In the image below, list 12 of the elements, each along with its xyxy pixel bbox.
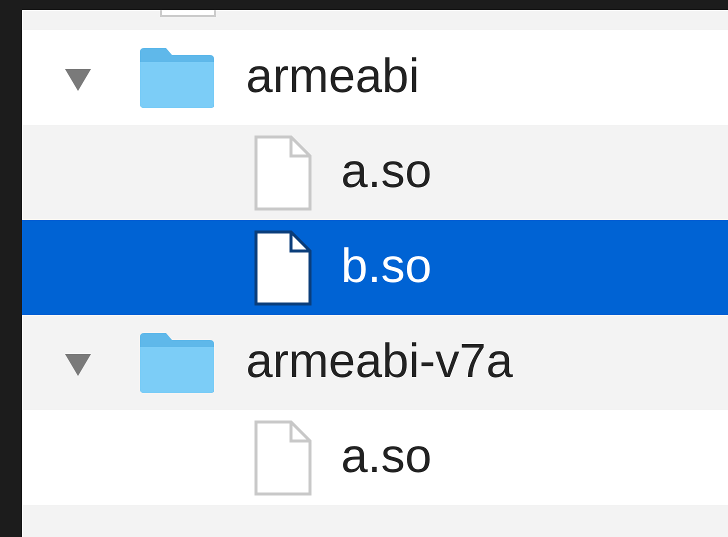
file-name: armeabi <box>246 51 420 104</box>
file-row[interactable]: a.so <box>22 410 728 505</box>
folder-icon <box>138 330 216 394</box>
folder-icon <box>138 46 216 110</box>
file-row[interactable]: b.so <box>22 220 728 315</box>
file-name: a.so <box>341 146 432 199</box>
file-name: a.so <box>341 431 432 484</box>
file-name: b.so <box>341 241 432 294</box>
file-row[interactable]: a.so <box>22 125 728 220</box>
file-row[interactable]: armeabi-v7a <box>22 315 728 410</box>
file-name: armeabi-v7a <box>246 336 513 389</box>
file-row[interactable]: armeabi <box>22 30 728 125</box>
